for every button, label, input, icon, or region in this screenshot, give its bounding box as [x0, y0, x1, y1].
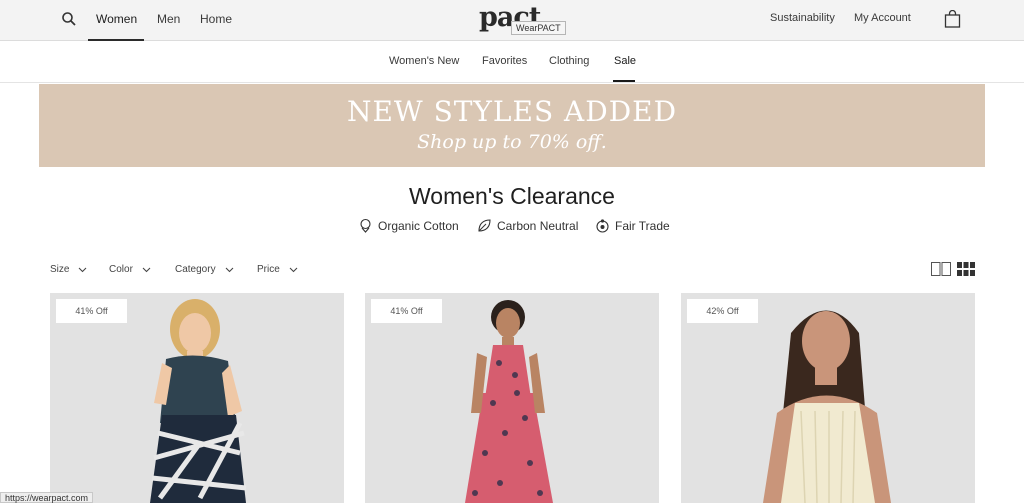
banner-title: NEW STYLES ADDED [346, 95, 678, 128]
filter-label: Color [109, 264, 133, 275]
cotton-icon [360, 218, 371, 233]
badge-organic-cotton: Organic Cotton [358, 218, 459, 233]
badge-label: Fair Trade [615, 218, 670, 233]
fair-trade-icon [596, 219, 609, 233]
filter-size[interactable]: Size [50, 264, 87, 275]
cat-womens-new[interactable]: Women's New [389, 55, 459, 67]
chevron-down-icon [79, 267, 87, 272]
two-column-grid-icon[interactable] [931, 262, 951, 276]
discount-badge: 41% Off [56, 299, 127, 323]
three-column-grid-icon[interactable] [957, 262, 975, 276]
product-card[interactable]: 41% Off [365, 293, 659, 503]
product-card[interactable]: 42% Off [681, 293, 975, 503]
status-bar-url: https://wearpact.com [0, 492, 94, 503]
promo-banner[interactable]: NEW STYLES ADDED Shop up to 70% off. [39, 84, 985, 167]
logo-tooltip: WearPACT [511, 21, 566, 35]
filter-price[interactable]: Price [257, 264, 298, 275]
product-image [150, 299, 247, 503]
product-image [465, 300, 553, 503]
nav-women[interactable]: Women [96, 12, 137, 26]
top-header: Women Men Home pact WearPACT Sustainabil… [0, 0, 1024, 41]
badge-label: Organic Cotton [378, 218, 459, 233]
filter-color[interactable]: Color [109, 264, 151, 275]
sustainability-link[interactable]: Sustainability [770, 12, 835, 24]
shopping-bag-icon[interactable] [944, 10, 961, 28]
discount-badge: 41% Off [371, 299, 442, 323]
value-badges: Organic Cotton Carbon Neutral Fair Trade [0, 218, 1024, 234]
product-card[interactable]: 41% Off [50, 293, 344, 503]
chevron-down-icon [289, 267, 298, 272]
badge-fair-trade: Fair Trade [595, 218, 670, 233]
chevron-down-icon [225, 267, 233, 272]
filter-label: Category [175, 264, 216, 275]
category-bar: Women's New Favorites Clothing Sale [0, 41, 1024, 83]
nav-men[interactable]: Men [157, 12, 180, 26]
search-icon[interactable] [61, 11, 77, 27]
page-title: Women's Clearance [409, 183, 615, 209]
cat-clothing[interactable]: Clothing [549, 55, 589, 67]
banner-subtitle: Shop up to 70% off. [417, 131, 607, 153]
filter-category[interactable]: Category [175, 264, 234, 275]
my-account-link[interactable]: My Account [854, 12, 911, 24]
badge-label: Carbon Neutral [497, 218, 579, 233]
badge-carbon-neutral: Carbon Neutral [477, 218, 578, 233]
cat-favorites[interactable]: Favorites [482, 55, 527, 67]
product-image [763, 310, 891, 503]
filter-label: Size [50, 264, 70, 275]
discount-badge: 42% Off [687, 299, 758, 323]
cat-active-underline [613, 80, 635, 82]
cat-sale[interactable]: Sale [614, 55, 636, 67]
nav-home[interactable]: Home [200, 12, 232, 26]
leaf-icon [478, 219, 491, 232]
chevron-down-icon [142, 267, 151, 272]
filter-label: Price [257, 264, 280, 275]
